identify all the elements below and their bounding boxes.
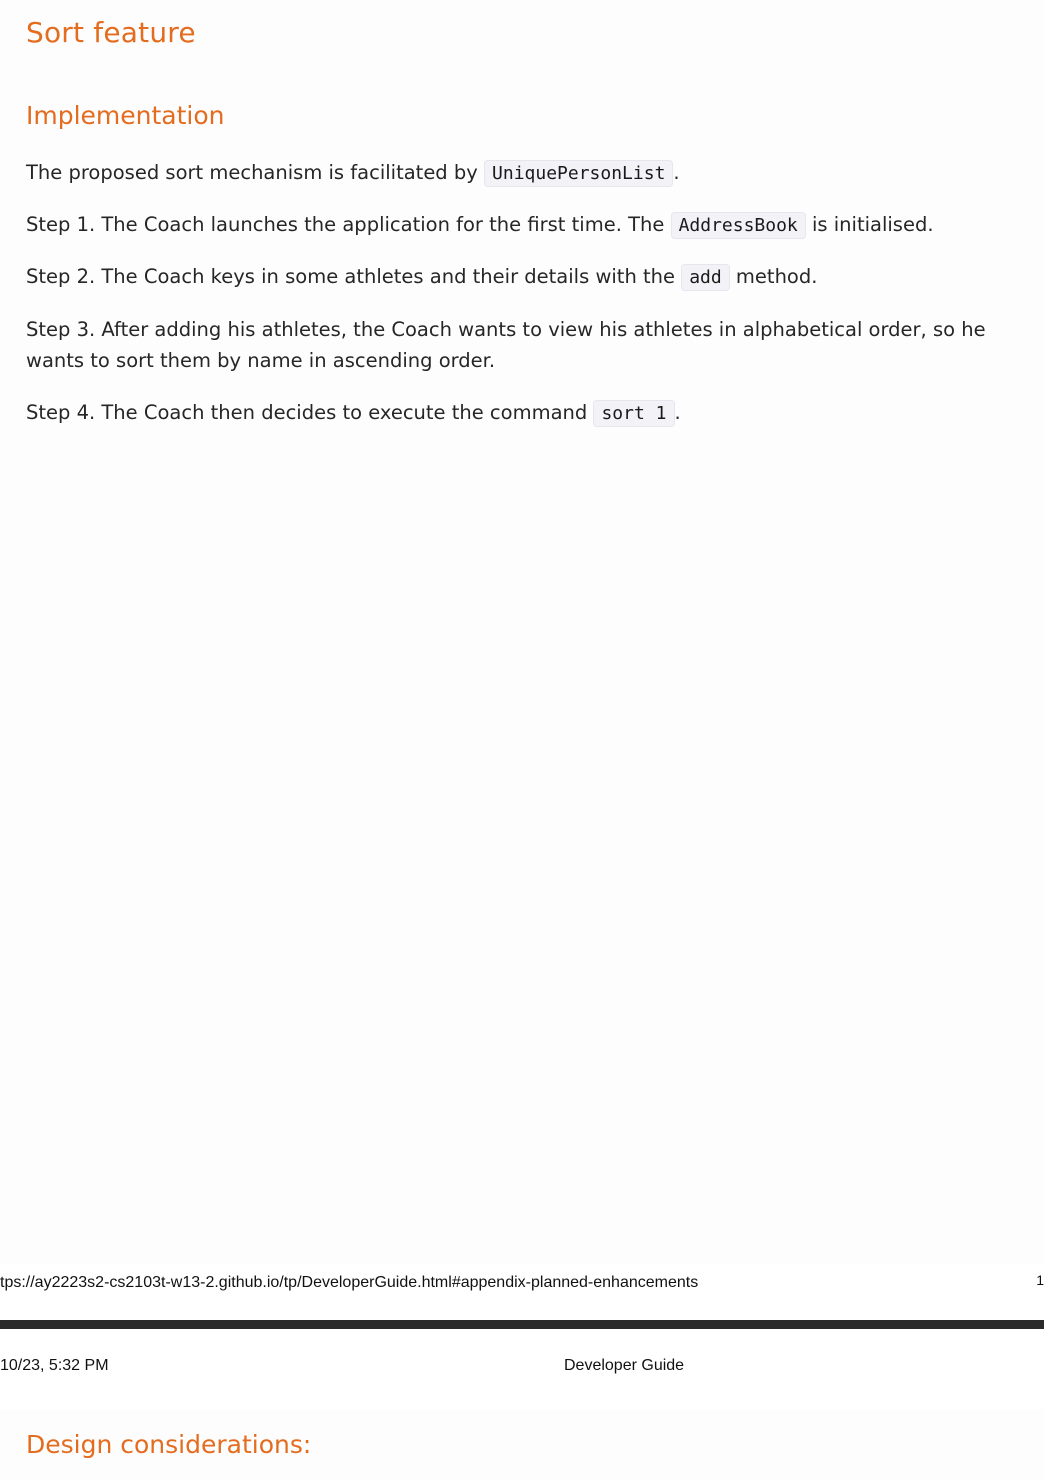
paragraph-text: Step 1. The Coach launches the applicati… <box>26 213 671 236</box>
paragraph-step-3: Step 3. After adding his athletes, the C… <box>26 318 986 372</box>
page-break-divider <box>0 1320 1044 1329</box>
paragraph-text: Step 2. The Coach keys in some athletes … <box>26 265 682 288</box>
paragraph-sort-mechanism: The proposed sort mechanism is facilitat… <box>26 157 1026 189</box>
subsection-title-implementation: Implementation <box>26 101 225 130</box>
paragraph-step-2: Step 2. The Coach keys in some athletes … <box>26 261 1026 293</box>
paragraph-step-4: Step 4. The Coach then decides to execut… <box>26 397 1026 429</box>
section-title-design-considerations: Design considerations: <box>26 1430 312 1459</box>
paragraph-text: Step 4. The Coach then decides to execut… <box>26 401 594 424</box>
footer-page-number: 1 <box>1036 1272 1044 1288</box>
print-header: 10/23, 5:32 PM Developer Guide <box>0 1329 1044 1409</box>
section-title-sort-feature: Sort feature <box>26 16 196 49</box>
paragraph-text: is initialised. <box>805 213 934 236</box>
code-unique-person-list: UniquePersonList <box>484 160 674 187</box>
header-title: Developer Guide <box>564 1357 685 1374</box>
footer-url: tps://ay2223s2-cs2103t-w13-2.github.io/t… <box>0 1274 699 1291</box>
code-add: add <box>681 264 730 291</box>
paragraph-text: . <box>674 401 681 424</box>
print-footer: tps://ay2223s2-cs2103t-w13-2.github.io/t… <box>0 1264 1044 1320</box>
code-address-book: AddressBook <box>670 212 806 239</box>
paragraph-step-1: Step 1. The Coach launches the applicati… <box>26 209 1026 241</box>
paragraph-text: . <box>673 161 680 184</box>
document-page: Sort feature Implementation The proposed… <box>0 0 1044 1262</box>
header-date: 10/23, 5:32 PM <box>0 1357 109 1374</box>
code-sort-1: sort 1 <box>593 400 675 427</box>
paragraph-text: The proposed sort mechanism is facilitat… <box>26 161 485 184</box>
paragraph-text: method. <box>729 265 818 288</box>
